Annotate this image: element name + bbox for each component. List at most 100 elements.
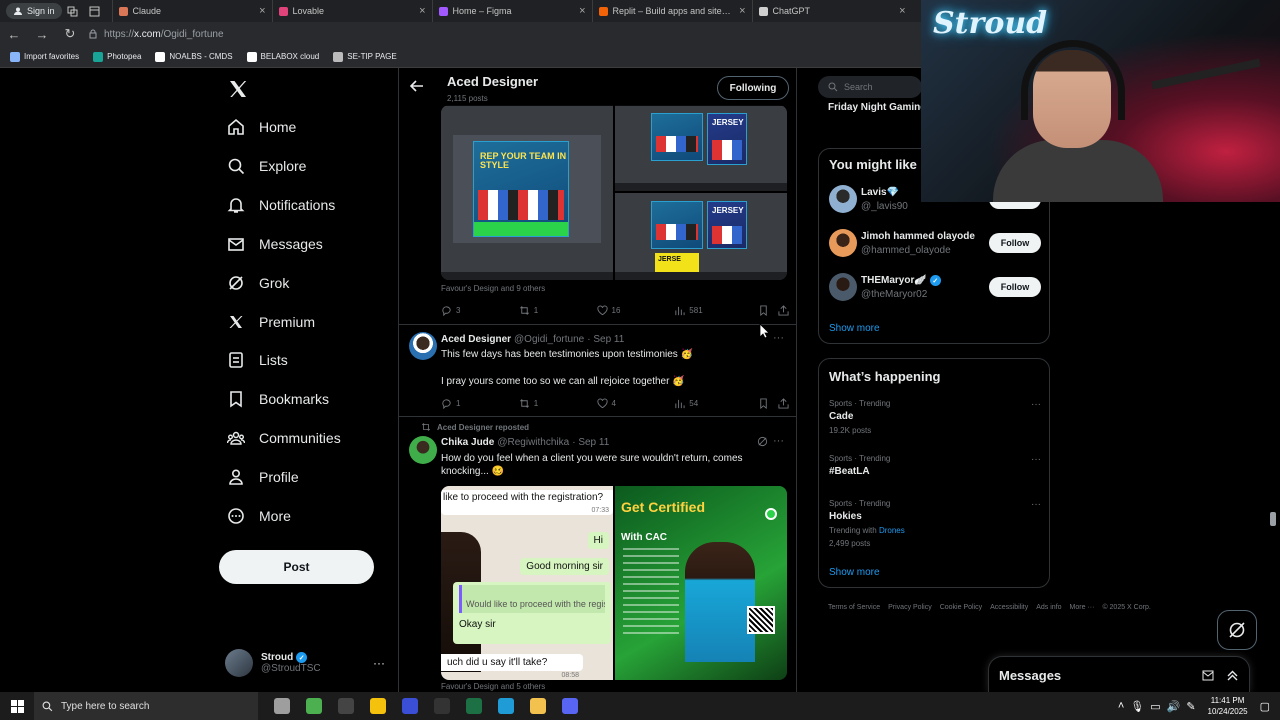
trend-title[interactable]: Friday Night Gaming bbox=[828, 102, 926, 113]
nav-item-home[interactable]: Home bbox=[227, 118, 296, 136]
share-button[interactable] bbox=[778, 304, 789, 316]
nav-item-messages[interactable]: Messages bbox=[227, 235, 323, 253]
discord-taskbar-icon[interactable] bbox=[554, 692, 586, 720]
messages-drawer[interactable]: Messages bbox=[988, 656, 1250, 692]
nav-item-notifications[interactable]: Notifications bbox=[227, 196, 335, 214]
trend-item[interactable]: Sports · Trending Hokies Trending with D… bbox=[829, 499, 1041, 548]
speaker-icon[interactable]: 🔊 bbox=[1167, 700, 1181, 713]
like-button[interactable]: 4 bbox=[596, 398, 675, 409]
chevron-up-icon[interactable]: ˄ bbox=[1118, 700, 1124, 712]
notifications-icon[interactable]: ▢ bbox=[1260, 700, 1270, 713]
show-more-link[interactable]: Show more bbox=[829, 323, 880, 334]
trending-with-link[interactable]: Drones bbox=[879, 526, 905, 535]
sign-in-button[interactable]: Sign in bbox=[6, 3, 62, 19]
scrollbar-thumb[interactable] bbox=[1270, 512, 1276, 526]
reply-button[interactable]: 3 bbox=[441, 305, 519, 316]
author-name[interactable]: Chika Jude bbox=[441, 437, 494, 448]
explorer-taskbar-icon[interactable] bbox=[522, 692, 554, 720]
back-arrow-icon[interactable] bbox=[409, 78, 425, 94]
tab-actions-icon[interactable] bbox=[84, 0, 106, 22]
clock[interactable]: 11:41 PM 10/24/2025 bbox=[1208, 695, 1248, 717]
bookmark-button[interactable] bbox=[758, 304, 778, 316]
repost-label[interactable]: Aced Designer reposted bbox=[437, 423, 529, 432]
store-taskbar-icon[interactable] bbox=[362, 692, 394, 720]
nav-item-explore[interactable]: Explore bbox=[227, 157, 306, 175]
close-icon[interactable]: × bbox=[579, 5, 585, 17]
more-icon[interactable]: ··· bbox=[1031, 454, 1041, 465]
bookmark-item[interactable]: SE-TIP PAGE bbox=[333, 51, 397, 62]
show-more-link[interactable]: Show more bbox=[829, 567, 880, 578]
footer-link[interactable]: More ··· bbox=[1070, 604, 1095, 611]
windows-start-icon[interactable] bbox=[0, 692, 34, 720]
nav-item-profile[interactable]: Profile bbox=[227, 468, 299, 486]
avatar[interactable] bbox=[409, 332, 437, 360]
author-name[interactable]: Aced Designer bbox=[441, 334, 511, 345]
task-view-taskbar-icon[interactable] bbox=[266, 692, 298, 720]
edge-taskbar-icon[interactable] bbox=[490, 692, 522, 720]
bookmark-button[interactable] bbox=[758, 397, 778, 409]
bookmark-item[interactable]: NOALBS - CMDS bbox=[155, 51, 233, 62]
network-icon[interactable]: ▭ bbox=[1150, 700, 1160, 713]
nav-item-grok[interactable]: Grok bbox=[227, 274, 289, 292]
tweet-media-grid[interactable]: REP YOUR TEAM IN STYLE JERSEY JERSEY JER… bbox=[441, 105, 787, 280]
repost-button[interactable]: 1 bbox=[519, 398, 597, 409]
epic-taskbar-icon[interactable] bbox=[426, 692, 458, 720]
suggested-account[interactable]: Jimoh hammed olayode @hammed_olayode Follo… bbox=[829, 229, 1041, 259]
notion-taskbar-icon[interactable] bbox=[394, 692, 426, 720]
pen-icon[interactable]: ✎ bbox=[1186, 700, 1195, 713]
more-icon[interactable]: ··· bbox=[773, 435, 784, 447]
footer-link[interactable]: Privacy Policy bbox=[888, 604, 932, 611]
views-button[interactable]: 54 bbox=[674, 398, 758, 409]
back-icon[interactable]: ← bbox=[0, 22, 28, 46]
nav-item-more[interactable]: More bbox=[227, 507, 291, 525]
share-button[interactable] bbox=[778, 397, 789, 409]
account-switcher[interactable]: Stroud ✓ @StroudTSC ··· bbox=[225, 646, 385, 680]
taskbar-search-input[interactable]: Type here to search bbox=[34, 692, 258, 720]
following-button[interactable]: Following bbox=[717, 76, 789, 100]
author-handle[interactable]: @Regiwithchika bbox=[497, 437, 569, 448]
trend-item[interactable]: Sports · Trending #BeatLA ··· bbox=[829, 454, 1041, 477]
browser-tab[interactable]: Lovable × bbox=[271, 0, 432, 22]
bookmark-item[interactable]: Import favorites bbox=[10, 51, 79, 62]
grok-icon[interactable] bbox=[757, 436, 768, 447]
workspaces-icon[interactable] bbox=[62, 0, 84, 22]
tweet-date[interactable]: · Sep 11 bbox=[572, 437, 609, 448]
nav-item-communities[interactable]: Communities bbox=[227, 429, 341, 447]
browser-tab[interactable]: Replit – Build apps and sites with AI × bbox=[591, 0, 752, 22]
forward-icon[interactable]: → bbox=[28, 22, 56, 46]
bookmark-item[interactable]: BELABOX cloud bbox=[246, 51, 319, 62]
browser-tab[interactable]: ChatGPT × bbox=[751, 0, 912, 22]
more-icon[interactable]: ··· bbox=[1031, 499, 1041, 510]
tweet-date[interactable]: · Sep 11 bbox=[587, 334, 624, 345]
refresh-icon[interactable]: ↻ bbox=[56, 22, 84, 46]
suggested-account[interactable]: THEMaryor🪽 ✓ @theMaryor02 Follow bbox=[829, 273, 1041, 303]
excel-taskbar-icon[interactable] bbox=[458, 692, 490, 720]
avatar[interactable] bbox=[409, 436, 437, 464]
nav-item-lists[interactable]: Lists bbox=[227, 351, 288, 369]
close-icon[interactable]: × bbox=[419, 5, 425, 17]
grok-button[interactable] bbox=[1217, 610, 1257, 650]
liked-by-text[interactable]: Favour's Design and 5 others bbox=[441, 682, 545, 691]
footer-link[interactable]: Terms of Service bbox=[828, 604, 880, 611]
nav-item-premium[interactable]: Premium bbox=[227, 313, 315, 331]
like-button[interactable]: 16 bbox=[596, 305, 675, 316]
x-logo-icon[interactable] bbox=[227, 78, 249, 100]
close-icon[interactable]: × bbox=[899, 5, 905, 17]
repost-button[interactable]: 1 bbox=[519, 305, 597, 316]
new-message-icon[interactable] bbox=[1201, 668, 1215, 682]
search-input[interactable]: Search bbox=[818, 76, 922, 98]
close-icon[interactable]: × bbox=[739, 5, 745, 17]
url-field[interactable]: https://x.com/Ogidi_fortune bbox=[88, 29, 224, 40]
chevron-up-icon[interactable] bbox=[1225, 668, 1239, 682]
post-button[interactable]: Post bbox=[219, 550, 374, 584]
bookmark-item[interactable]: Photopea bbox=[93, 51, 141, 62]
microphone-icon[interactable]: 🎙 bbox=[1130, 700, 1144, 713]
close-icon[interactable]: × bbox=[259, 5, 265, 17]
author-handle[interactable]: @Ogidi_fortune bbox=[514, 334, 584, 345]
follow-button[interactable]: Follow bbox=[989, 277, 1041, 297]
more-icon[interactable]: ··· bbox=[773, 332, 784, 344]
obs-taskbar-icon[interactable] bbox=[330, 692, 362, 720]
views-button[interactable]: 581 bbox=[674, 305, 758, 316]
tweet-media-grid[interactable]: like to proceed with the registration? 0… bbox=[441, 486, 787, 680]
more-icon[interactable]: ··· bbox=[1031, 399, 1041, 410]
